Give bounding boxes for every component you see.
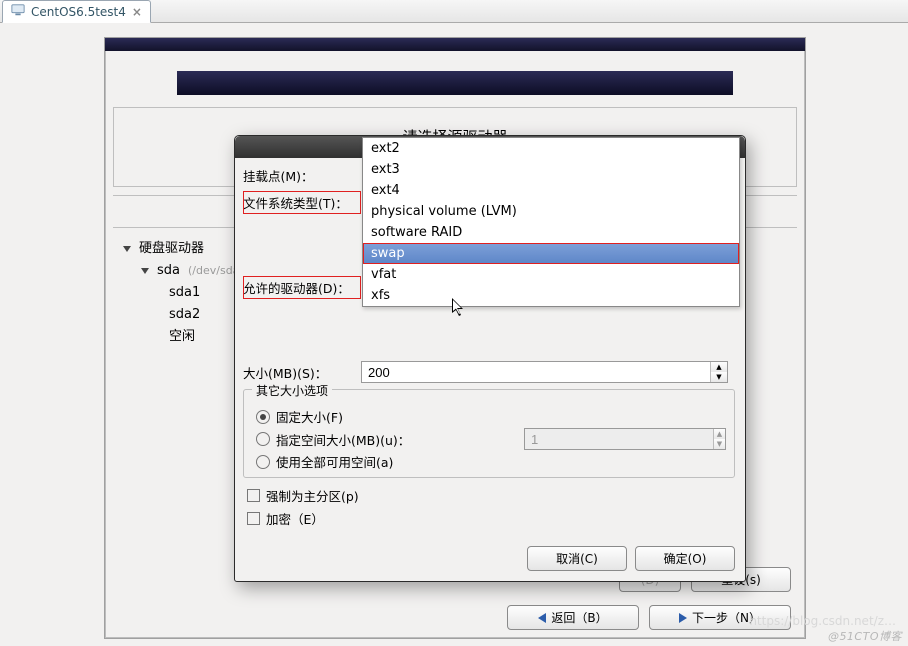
fs-option[interactable]: physical volume (LVM) [363, 201, 739, 222]
close-icon[interactable]: × [132, 5, 142, 19]
opt-fixed-row[interactable]: 固定大小(F) [256, 407, 726, 426]
fs-option[interactable]: ext3 [363, 159, 739, 180]
fs-option[interactable]: xfs [363, 285, 739, 306]
chevron-down-icon [123, 246, 131, 252]
opt-fill-row[interactable]: 使用全部可用空间(a) [256, 452, 726, 471]
spin-up-icon[interactable]: ▲ [711, 362, 727, 372]
installer-banner [177, 71, 733, 95]
radio-fixed[interactable] [256, 410, 270, 424]
size-spinner[interactable]: ▲▼ [361, 361, 728, 383]
vm-tab[interactable]: CentOS6.5test4 × [2, 0, 151, 23]
fs-option[interactable]: ext2 [363, 138, 739, 159]
encrypt-row[interactable]: 加密（E） [247, 509, 735, 528]
fs-type-dropdown[interactable]: ext2 ext3 ext4 physical volume (LVM) sof… [362, 137, 740, 307]
size-input[interactable] [362, 362, 710, 382]
radio-upto[interactable] [256, 432, 270, 446]
upto-spinner: ▲▼ [524, 428, 726, 450]
mouse-cursor-icon [452, 298, 466, 318]
radio-fill[interactable] [256, 455, 270, 469]
dialog-footer: 取消(C) 确定(O) [235, 540, 745, 581]
spin-up-icon: ▲ [714, 429, 725, 439]
cancel-button[interactable]: 取消(C) [527, 546, 627, 571]
watermark-url: https://blog.csdn.net/z… [749, 614, 896, 628]
spin-down-icon[interactable]: ▼ [711, 372, 727, 382]
size-label: 大小(MB)(S)： [243, 363, 361, 382]
arrow-left-icon [538, 613, 546, 623]
size-options-title: 其它大小选项 [252, 382, 332, 399]
ok-button[interactable]: 确定(O) [635, 546, 735, 571]
checkbox-encrypt[interactable] [247, 512, 260, 525]
allowed-drives-label: 允许的驱动器(D)： [243, 276, 361, 299]
vm-tab-bar: CentOS6.5test4 × [0, 0, 908, 23]
back-button[interactable]: 返回（B） [507, 605, 639, 630]
guest-desktop: 请选择源驱动器 设备 硬盘驱动器 sda(/dev/sda) sda1 sda2… [0, 23, 908, 646]
fs-option[interactable]: vfat [363, 264, 739, 285]
opt-upto-row[interactable]: 指定空间大小(MB)(u)： ▲▼ [256, 428, 726, 450]
size-options-group: 其它大小选项 固定大小(F) 指定空间大小(MB)(u)： ▲▼ 使 [243, 389, 735, 478]
fs-option[interactable]: software RAID [363, 222, 739, 243]
arrow-right-icon [679, 613, 687, 623]
upto-input [525, 429, 713, 449]
monitor-icon [11, 3, 25, 20]
spin-down-icon: ▼ [714, 439, 725, 449]
vm-tab-label: CentOS6.5test4 [31, 5, 126, 19]
checkbox-primary[interactable] [247, 489, 260, 502]
chevron-down-icon [141, 268, 149, 274]
fs-type-label: 文件系统类型(T)： [243, 191, 361, 214]
mount-point-label: 挂载点(M)： [243, 166, 361, 185]
fs-option[interactable]: ext4 [363, 180, 739, 201]
primary-row[interactable]: 强制为主分区(p) [247, 486, 735, 505]
fs-option-selected[interactable]: swap [363, 243, 739, 264]
watermark: @51CTO博客 [828, 628, 902, 644]
window-titlebar [105, 38, 805, 51]
